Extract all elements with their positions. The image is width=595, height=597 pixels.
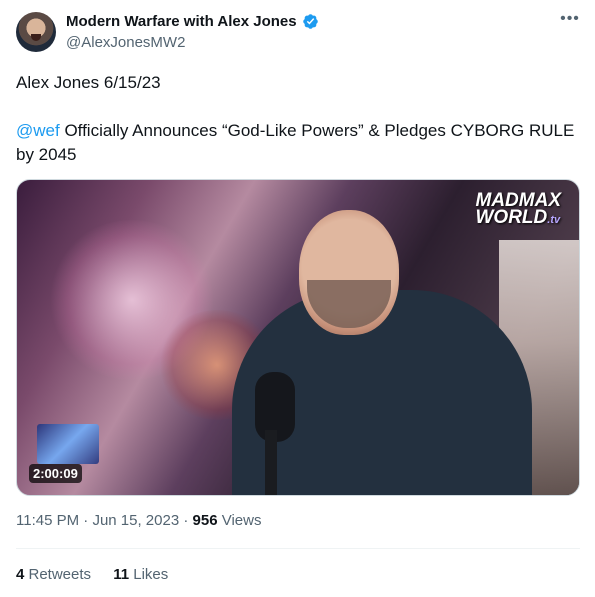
infowars-logo-watermark — [37, 424, 99, 464]
views-label: Views — [217, 512, 262, 529]
tweet-meta: 11:45 PM · Jun 15, 2023 · 956 Views — [16, 512, 262, 529]
tweet-text-line1: Alex Jones 6/15/23 — [16, 73, 161, 92]
tweet-time[interactable]: 11:45 PM — [16, 512, 79, 529]
views-count: 956 — [192, 512, 218, 529]
display-name[interactable]: Modern Warfare with Alex Jones — [66, 13, 297, 30]
mention-link[interactable]: @wef — [16, 121, 60, 140]
more-horizontal-icon[interactable]: ••• — [560, 11, 580, 32]
tweet-text-body: @wef Officially Announces “God-Like Powe… — [16, 119, 586, 167]
likes-link[interactable]: 11 Likes — [113, 566, 168, 583]
engagement-stats: 4 Retweets 11 Likes — [16, 566, 186, 583]
channel-logo: MADMAX WORLD.tv — [475, 190, 562, 228]
tweet-date[interactable]: Jun 15, 2023 — [92, 512, 179, 529]
tweet-text-rest: Officially Announces “God-Like Powers” &… — [16, 121, 575, 164]
video-player[interactable]: MADMAX WORLD.tv 2:00:09 — [16, 179, 580, 496]
divider — [16, 548, 580, 549]
verified-badge-icon[interactable] — [302, 13, 319, 30]
tweet: Modern Warfare with Alex Jones @AlexJone… — [0, 0, 595, 597]
avatar[interactable] — [16, 12, 56, 52]
handle[interactable]: @AlexJonesMW2 — [66, 34, 185, 51]
video-duration-badge: 2:00:09 — [29, 464, 82, 483]
retweets-link[interactable]: 4 Retweets — [16, 566, 91, 583]
